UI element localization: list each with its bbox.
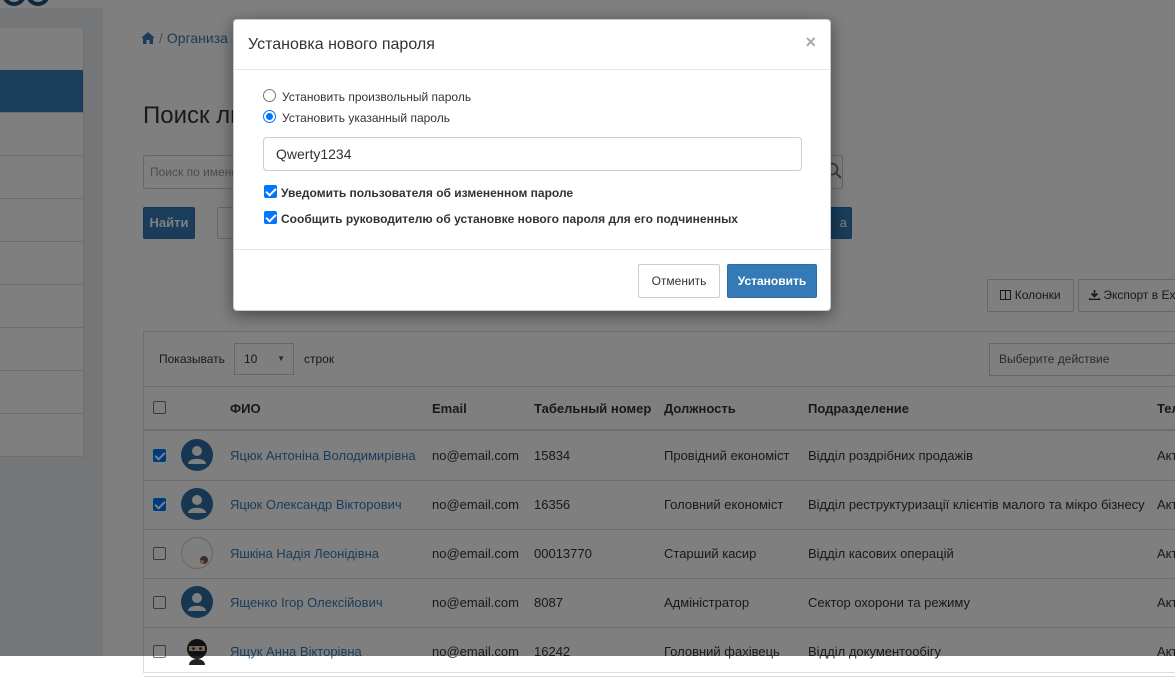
random-password-radio[interactable] xyxy=(263,89,276,102)
cancel-button[interactable]: Отменить xyxy=(638,264,720,298)
set-password-modal: Установка нового пароля × Установить про… xyxy=(233,19,831,311)
notify-manager-label[interactable]: Сообщить руководителю об установке новог… xyxy=(281,212,738,226)
notify-user-label[interactable]: Уведомить пользователя об измененном пар… xyxy=(281,186,573,200)
specified-password-label[interactable]: Установить указанный пароль xyxy=(282,111,450,125)
password-input[interactable]: Qwerty1234 xyxy=(263,137,802,171)
modal-footer: Отменить Установить xyxy=(234,249,830,311)
notify-manager-checkbox[interactable] xyxy=(264,211,277,224)
modal-header: Установка нового пароля × xyxy=(234,20,830,70)
notify-user-checkbox[interactable] xyxy=(264,185,277,198)
specified-password-radio[interactable] xyxy=(263,110,276,123)
random-password-label[interactable]: Установить произвольный пароль xyxy=(282,90,471,104)
modal-title: Установка нового пароля xyxy=(248,36,435,53)
set-password-button[interactable]: Установить xyxy=(727,264,817,298)
close-icon[interactable]: × xyxy=(805,32,816,53)
